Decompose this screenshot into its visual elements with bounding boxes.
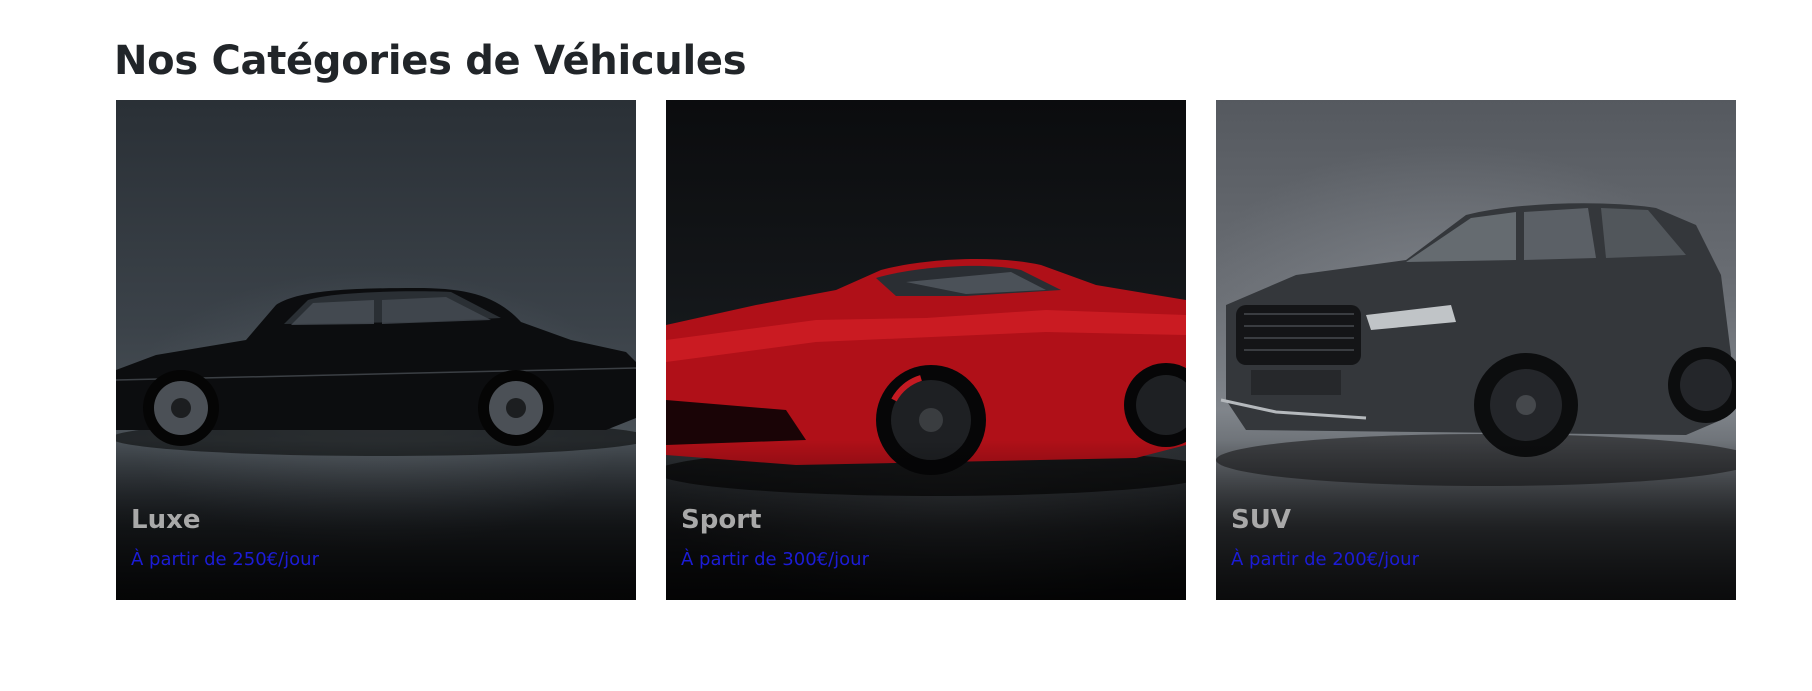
category-name: SUV (1231, 505, 1291, 535)
card-info: SUV À partir de 200€/jour (1231, 505, 1419, 570)
category-name: Sport (681, 505, 762, 535)
card-info: Sport À partir de 300€/jour (681, 505, 869, 570)
category-price: À partir de 250€/jour (131, 549, 319, 570)
card-info: Luxe À partir de 250€/jour (131, 505, 319, 570)
category-card-suv[interactable]: SUV À partir de 200€/jour (1216, 100, 1736, 600)
section-title: Nos Catégories de Véhicules (114, 38, 747, 84)
category-cards: Luxe À partir de 250€/jour Sport À parti… (116, 100, 1736, 600)
category-price: À partir de 300€/jour (681, 549, 869, 570)
category-card-luxe[interactable]: Luxe À partir de 250€/jour (116, 100, 636, 600)
category-name: Luxe (131, 505, 201, 535)
category-card-sport[interactable]: Sport À partir de 300€/jour (666, 100, 1186, 600)
category-price: À partir de 200€/jour (1231, 549, 1419, 570)
